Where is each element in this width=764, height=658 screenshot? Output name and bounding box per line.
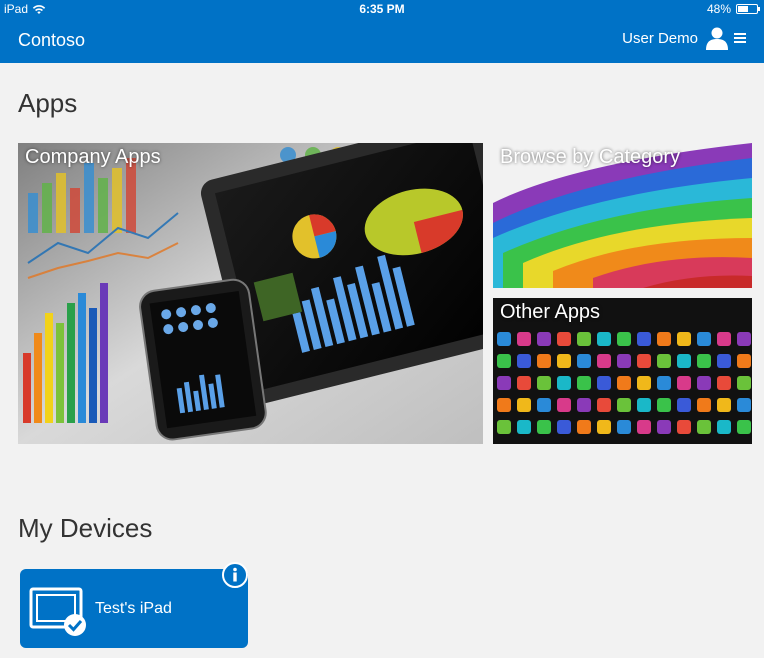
- app-icon-thumb: [597, 332, 611, 346]
- menu-icon[interactable]: [734, 32, 746, 44]
- app-icon-thumb: [557, 332, 571, 346]
- app-icon-thumb: [577, 354, 591, 368]
- device-name: Test's iPad: [95, 600, 172, 617]
- other-apps-label: Other Apps: [500, 301, 601, 323]
- app-icon-thumb: [537, 420, 551, 434]
- app-icon-thumb: [637, 398, 651, 412]
- app-icon-thumb: [637, 332, 651, 346]
- app-icon-thumb: [717, 420, 731, 434]
- app-icon-thumb: [717, 376, 731, 390]
- user-icon[interactable]: [706, 26, 728, 50]
- app-icon-thumb: [717, 398, 731, 412]
- app-icon-thumb: [697, 332, 711, 346]
- app-icon-thumb: [677, 332, 691, 346]
- app-icon-thumb: [737, 376, 751, 390]
- app-icon-thumb: [737, 332, 751, 346]
- app-icon-thumb: [657, 398, 671, 412]
- app-icon-thumb: [517, 420, 531, 434]
- devices-section-title: My Devices: [18, 513, 153, 543]
- app-icon-thumb: [657, 332, 671, 346]
- app-icon-thumb: [617, 354, 631, 368]
- app-icon-thumb: [657, 420, 671, 434]
- app-icon-thumb: [557, 376, 571, 390]
- user-menu[interactable]: User Demo: [622, 26, 746, 50]
- device-card[interactable]: Test's iPad: [20, 569, 248, 648]
- app-icon-thumb: [497, 420, 511, 434]
- battery-percent: 48%: [706, 2, 731, 16]
- app-icon-thumb: [697, 354, 711, 368]
- app-icon-thumb: [637, 420, 651, 434]
- app-icon-thumb: [677, 376, 691, 390]
- app-icon-thumb: [677, 420, 691, 434]
- app-icon-thumb: [657, 376, 671, 390]
- app-icon-thumb: [497, 354, 511, 368]
- app-icon-thumb: [597, 354, 611, 368]
- app-icon-thumb: [677, 354, 691, 368]
- app-icon-thumb: [617, 376, 631, 390]
- app-icon-thumb: [657, 354, 671, 368]
- user-name[interactable]: User Demo: [622, 30, 698, 47]
- app-icon-thumb: [717, 332, 731, 346]
- app-icon-thumb: [737, 398, 751, 412]
- app-icon-thumb: [737, 354, 751, 368]
- app-icon-thumb: [537, 332, 551, 346]
- app-icon-thumb: [577, 332, 591, 346]
- brand-title: Contoso: [18, 30, 86, 50]
- app-icon-thumb: [557, 398, 571, 412]
- app-icon-thumb: [697, 398, 711, 412]
- app-icon-thumb: [497, 332, 511, 346]
- app-icon-thumb: [617, 332, 631, 346]
- check-icon: [64, 614, 86, 636]
- battery-level: [738, 6, 748, 12]
- app-icon-thumb: [577, 398, 591, 412]
- app-icon-thumb: [737, 420, 751, 434]
- app-icon-thumb: [637, 354, 651, 368]
- apps-section-title: Apps: [18, 88, 78, 118]
- info-icon[interactable]: [222, 562, 248, 588]
- battery-icon: [736, 4, 760, 14]
- app-icon-thumb: [537, 376, 551, 390]
- app-icon-thumb: [557, 354, 571, 368]
- status-bar: iPad 6:35 PM 48%: [0, 0, 764, 18]
- browse-by-category-label: Browse by Category: [500, 146, 681, 168]
- app-icon-thumb: [517, 332, 531, 346]
- app-header: Contoso User Demo: [0, 18, 764, 63]
- app-icon-thumb: [577, 420, 591, 434]
- app-icon-thumb: [517, 398, 531, 412]
- app-icon-thumb: [577, 376, 591, 390]
- app-icon-thumb: [497, 398, 511, 412]
- company-apps-label: Company Apps: [25, 146, 161, 168]
- app-icon-thumb: [597, 376, 611, 390]
- app-icon-thumb: [677, 398, 691, 412]
- app-icon-thumb: [697, 376, 711, 390]
- app-icon-thumb: [517, 354, 531, 368]
- app-icon-thumb: [597, 420, 611, 434]
- app-icon-thumb: [497, 376, 511, 390]
- app-icon-thumb: [697, 420, 711, 434]
- company-apps-tile[interactable]: Company Apps: [18, 143, 483, 444]
- app-icon-thumb: [617, 420, 631, 434]
- company-apps-image: [18, 143, 483, 444]
- app-icon-thumb: [597, 398, 611, 412]
- app-icon-thumb: [637, 376, 651, 390]
- app-icon-thumb: [537, 398, 551, 412]
- app-icon-thumb: [537, 354, 551, 368]
- browse-by-category-tile[interactable]: Browse by Category: [493, 143, 752, 288]
- app-icon-thumb: [557, 420, 571, 434]
- status-right: 48%: [706, 2, 760, 16]
- app-icon-thumb: [617, 398, 631, 412]
- other-apps-tile[interactable]: Other Apps: [493, 298, 752, 444]
- status-time: 6:35 PM: [359, 2, 405, 16]
- app-icon-thumb: [717, 354, 731, 368]
- app-icon-thumb: [517, 376, 531, 390]
